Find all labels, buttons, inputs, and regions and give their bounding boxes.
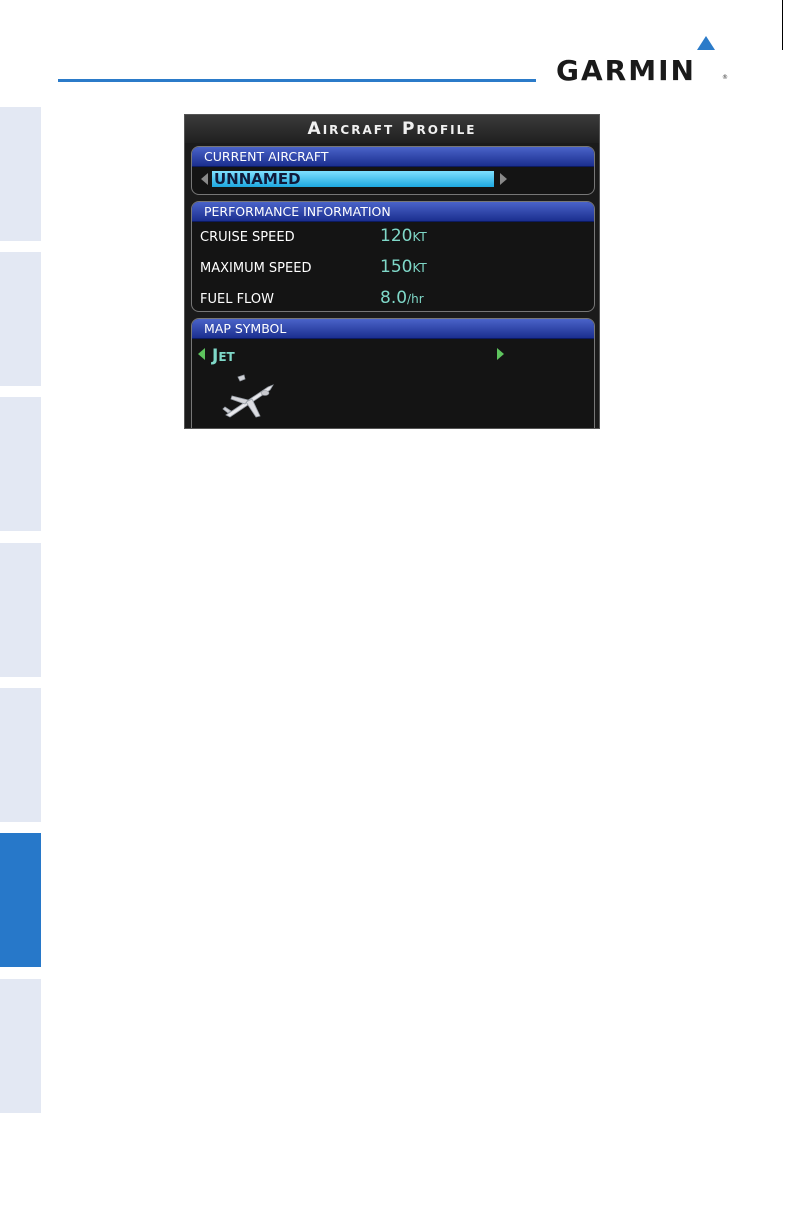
maximum-speed-value: 150 — [380, 257, 413, 277]
side-tab-6-active[interactable] — [0, 833, 41, 967]
next-aircraft-arrow-icon[interactable] — [500, 173, 507, 185]
map-symbol-header: MAP SYMBOL — [192, 319, 594, 339]
crop-mark — [782, 0, 783, 50]
logo-registered-mark: ® — [722, 74, 728, 81]
map-symbol-field[interactable]: Jet — [212, 346, 235, 366]
side-tab-1[interactable] — [0, 107, 41, 241]
header-rule — [58, 79, 536, 82]
maximum-speed-label: MAXIMUM SPEED — [200, 261, 312, 276]
aircraft-profile-screen: Aircraft Profile CURRENT AIRCRAFT UNNAME… — [184, 114, 600, 429]
garmin-logo: GARMIN ® — [556, 36, 732, 87]
fuel-flow-unit: /hr — [407, 292, 424, 306]
fuel-flow-label: FUEL FLOW — [200, 292, 274, 307]
prev-symbol-arrow-icon[interactable] — [198, 348, 205, 360]
maximum-speed-unit: KT — [412, 261, 427, 275]
fuel-flow-field[interactable]: 8.0/hr — [380, 288, 424, 308]
prev-aircraft-arrow-icon[interactable] — [201, 173, 208, 185]
cruise-speed-field[interactable]: 120KT — [380, 226, 427, 246]
side-tab-2[interactable] — [0, 252, 41, 386]
side-tab-3[interactable] — [0, 397, 41, 531]
side-tab-7[interactable] — [0, 979, 41, 1113]
current-aircraft-field[interactable]: UNNAMED — [212, 171, 494, 187]
next-symbol-arrow-icon[interactable] — [497, 348, 504, 360]
maximum-speed-field[interactable]: 150KT — [380, 257, 427, 277]
performance-info-group: PERFORMANCE INFORMATION CRUISE SPEED 120… — [191, 201, 595, 312]
page-title: Aircraft Profile — [185, 115, 599, 143]
map-symbol-group: MAP SYMBOL Jet — [191, 318, 595, 428]
side-tab-4[interactable] — [0, 543, 41, 677]
current-aircraft-group: CURRENT AIRCRAFT UNNAMED — [191, 146, 595, 195]
cruise-speed-value: 120 — [380, 226, 413, 246]
performance-info-header: PERFORMANCE INFORMATION — [192, 202, 594, 222]
side-tab-5[interactable] — [0, 688, 41, 822]
fuel-flow-value: 8.0 — [380, 288, 408, 308]
logo-triangle-icon — [697, 36, 715, 50]
cruise-speed-label: CRUISE SPEED — [200, 230, 295, 245]
jet-aircraft-icon — [222, 374, 274, 418]
logo-wordmark: GARMIN — [556, 54, 696, 87]
current-aircraft-header: CURRENT AIRCRAFT — [192, 147, 594, 167]
cruise-speed-unit: KT — [412, 230, 427, 244]
